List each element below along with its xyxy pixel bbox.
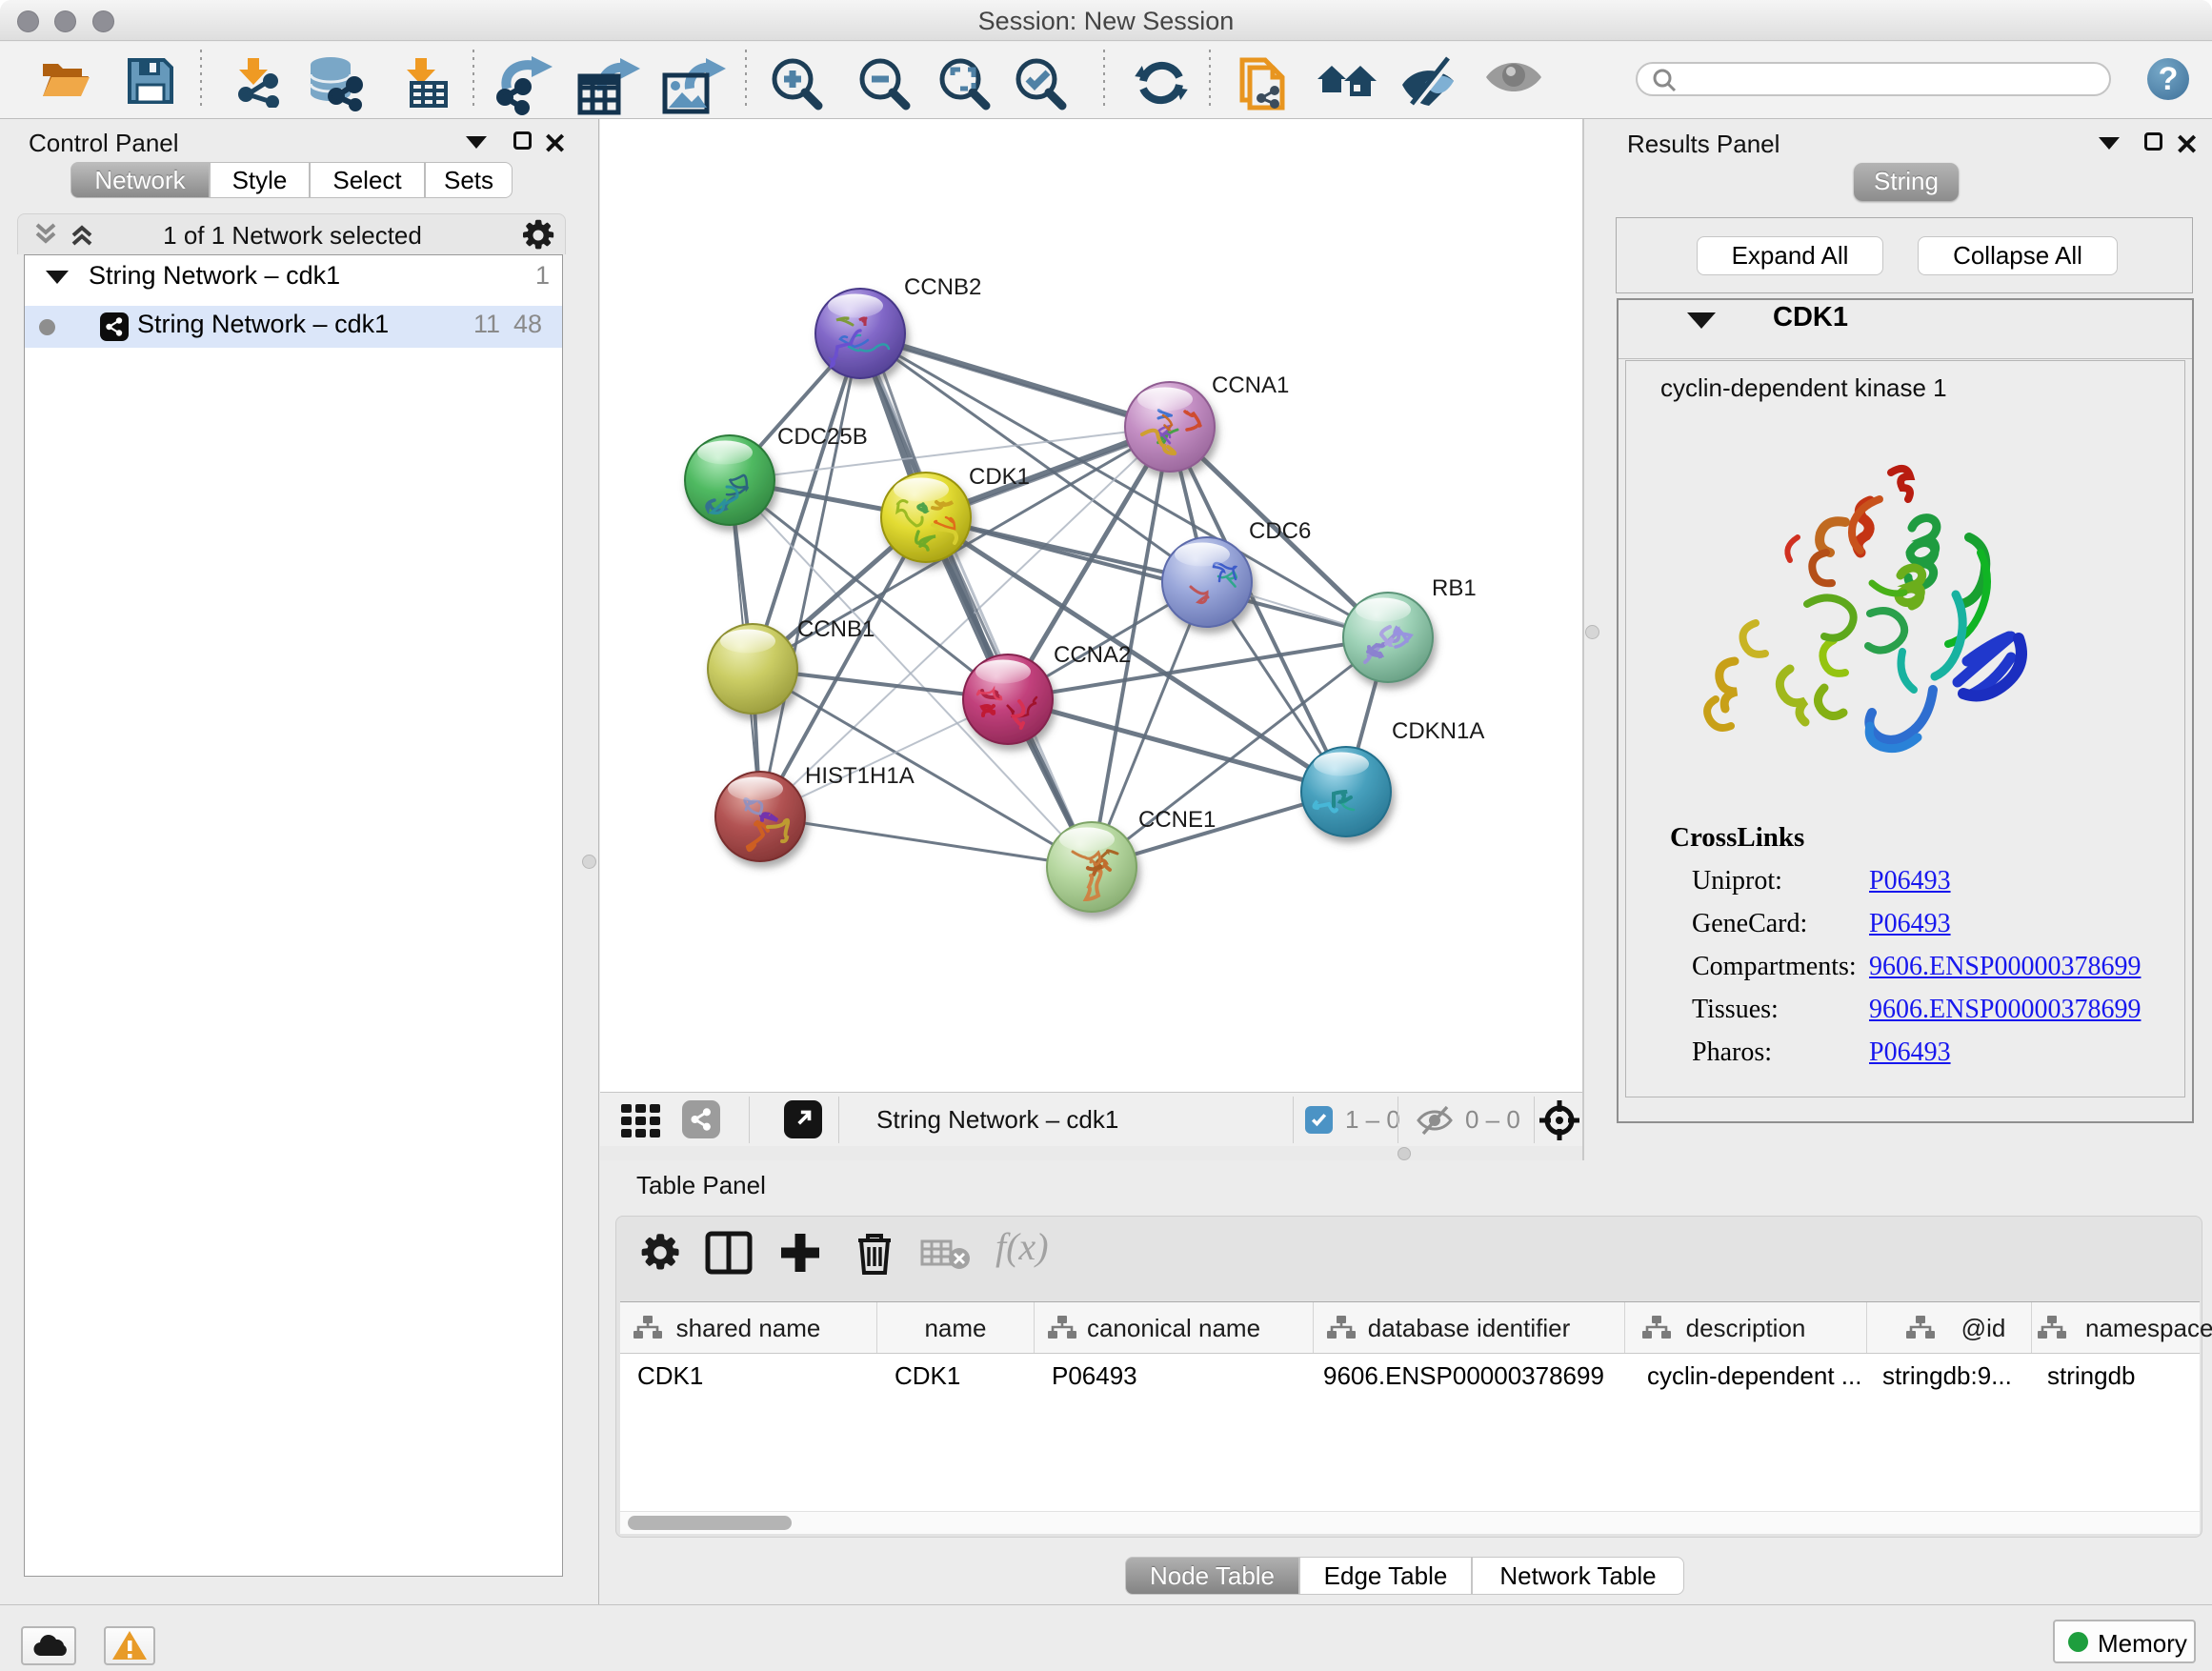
- svg-text:CCNB1: CCNB1: [797, 616, 875, 642]
- svg-text:CDC6: CDC6: [1249, 518, 1311, 544]
- svg-text:HIST1H1A: HIST1H1A: [805, 763, 915, 789]
- svg-text:RB1: RB1: [1432, 575, 1477, 601]
- svg-text:CCNA2: CCNA2: [1054, 642, 1131, 668]
- svg-text:CCNA1: CCNA1: [1212, 372, 1289, 398]
- svg-text:CCNB2: CCNB2: [904, 274, 981, 300]
- svg-text:CDKN1A: CDKN1A: [1392, 718, 1484, 744]
- svg-text:CCNE1: CCNE1: [1138, 807, 1216, 833]
- svg-text:CDC25B: CDC25B: [777, 424, 868, 450]
- svg-text:CDK1: CDK1: [969, 464, 1030, 490]
